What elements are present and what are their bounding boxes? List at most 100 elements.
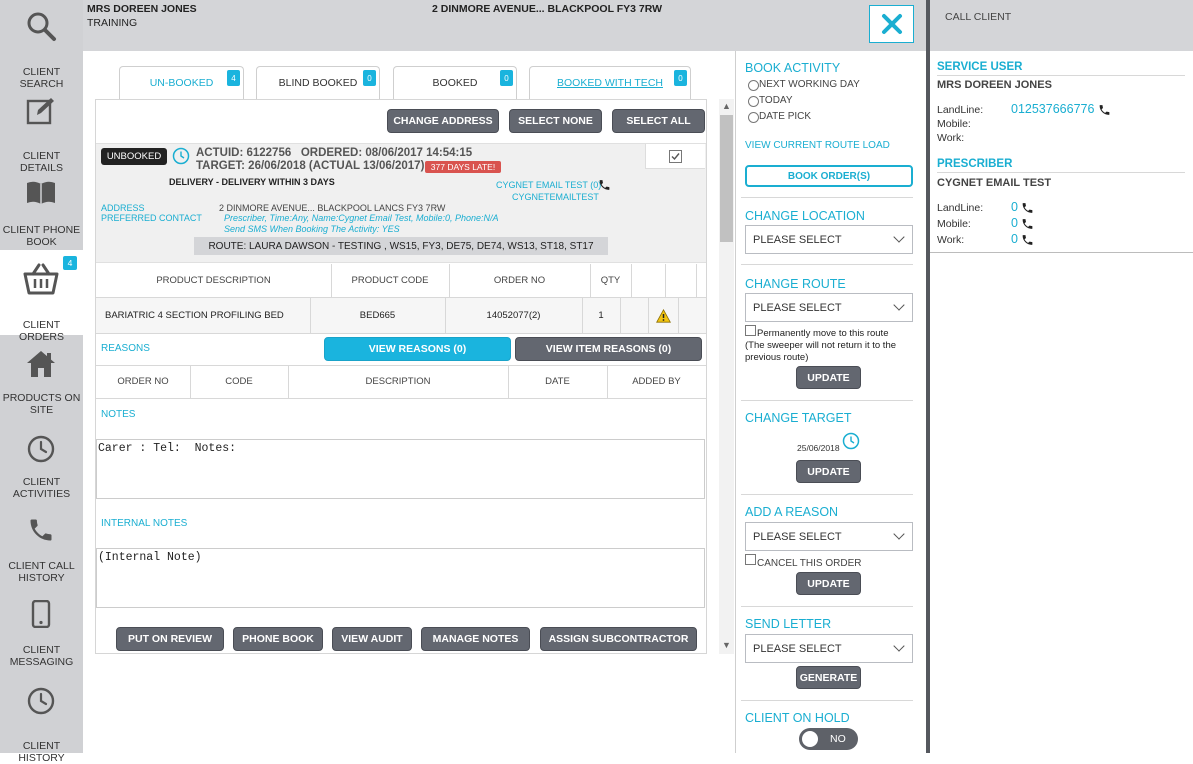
scroll-up-arrow[interactable]: ▲ — [719, 99, 734, 113]
clock-icon[interactable] — [842, 432, 860, 450]
radio-today[interactable] — [748, 96, 759, 107]
radio-next-working-day[interactable] — [748, 80, 759, 91]
sidebar-item-client-call-history[interactable]: CLIENT CALL HISTORY — [0, 503, 83, 587]
permanent-move-checkbox[interactable] — [745, 325, 756, 336]
service-landline-number[interactable]: 012537666776 — [1011, 102, 1094, 116]
sidebar-item-client-search[interactable]: CLIENT SEARCH — [0, 0, 83, 90]
order-number: 14052077(2) — [486, 310, 541, 321]
late-badge: 377 DAYS LATE! — [425, 161, 501, 173]
prescriber-work-number[interactable]: 0 — [1011, 232, 1018, 246]
generate-letter-button[interactable]: GENERATE — [796, 666, 861, 689]
clock-icon — [172, 147, 190, 165]
product-description: BARIATRIC 4 SECTION PROFILING BED — [105, 310, 284, 321]
phone-icon — [30, 519, 52, 541]
view-audit-button[interactable]: VIEW AUDIT — [332, 627, 412, 651]
clock-icon — [27, 435, 55, 463]
divider — [930, 252, 1193, 253]
send-letter-title: SEND LETTER — [745, 617, 832, 631]
column-header: PRODUCT DESCRIPTION — [156, 275, 271, 286]
prescriber-landline[interactable]: 0 — [1011, 200, 1034, 215]
sidebar-item-client-messaging[interactable]: CLIENT MESSAGING — [0, 587, 83, 671]
close-button[interactable] — [869, 5, 914, 43]
basket-icon — [23, 263, 59, 295]
sidebar-item-products-on-site[interactable]: PRODUCTS ON SITE — [0, 335, 83, 419]
view-route-load-link[interactable]: VIEW CURRENT ROUTE LOAD — [745, 140, 890, 151]
change-route-select[interactable]: PLEASE SELECT — [745, 293, 913, 322]
sidebar-item-client-orders[interactable]: 4 CLIENT ORDERS — [0, 250, 83, 343]
cancel-order-checkbox[interactable] — [745, 554, 756, 565]
client-sub: TRAINING — [87, 17, 138, 29]
view-reasons-button[interactable]: VIEW REASONS (0) — [324, 337, 511, 361]
scroll-down-arrow[interactable]: ▼ — [719, 638, 734, 652]
phone-icon[interactable] — [1098, 103, 1111, 117]
order-select-checkbox[interactable] — [645, 144, 705, 169]
service-landline[interactable]: 012537666776 — [1011, 102, 1111, 117]
send-letter-select[interactable]: PLEASE SELECT — [745, 634, 913, 663]
sidebar-item-client-details[interactable]: CLIENT DETAILS — [0, 83, 83, 174]
book-orders-button[interactable]: BOOK ORDER(S) — [745, 165, 913, 187]
view-item-reasons-button[interactable]: VIEW ITEM REASONS (0) — [515, 337, 702, 361]
chevron-down-icon — [893, 640, 905, 652]
panel-divider — [735, 51, 736, 753]
client-on-hold-toggle[interactable]: NO — [799, 728, 858, 750]
prescriber-work[interactable]: 0 — [1011, 232, 1034, 247]
reasons-label: REASONS — [101, 343, 150, 354]
status-badge: UNBOOKED — [101, 148, 167, 165]
select-all-button[interactable]: SELECT ALL — [612, 109, 705, 133]
sidebar-item-client-phone-book[interactable]: CLIENT PHONE BOOK — [0, 166, 83, 250]
change-address-button[interactable]: CHANGE ADDRESS — [387, 109, 499, 133]
put-on-review-button[interactable]: PUT ON REVIEW — [116, 627, 224, 651]
column-header: PRODUCT CODE — [351, 275, 429, 286]
add-reason-select[interactable]: PLEASE SELECT — [745, 522, 913, 551]
column-header: DATE — [545, 376, 570, 387]
quantity: 1 — [598, 310, 604, 321]
prescriber-mobile[interactable]: 0 — [1011, 216, 1034, 231]
target-line: TARGET: 26/06/2018 (ACTUAL 13/06/2017) — [196, 160, 425, 172]
manage-notes-button[interactable]: MANAGE NOTES — [421, 627, 530, 651]
target-date[interactable]: 25/06/2018 — [797, 443, 840, 453]
mobile-label: Mobile: — [937, 118, 971, 130]
radio-date-pick[interactable] — [748, 112, 759, 123]
tab-blind-booked[interactable]: BLIND BOOKED 0 — [256, 66, 380, 99]
phone-icon[interactable] — [598, 178, 611, 192]
select-none-button[interactable]: SELECT NONE — [509, 109, 602, 133]
prescriber-landline-number[interactable]: 0 — [1011, 200, 1018, 214]
sms-note: Send SMS When Booking The Activity: YES — [224, 224, 400, 234]
chevron-down-icon — [893, 528, 905, 540]
divider — [741, 700, 913, 701]
radio-label: NEXT WORKING DAY — [759, 79, 860, 90]
select-value: PLEASE SELECT — [753, 233, 842, 246]
scrollbar-thumb[interactable] — [720, 115, 733, 242]
warning-icon[interactable] — [656, 309, 671, 323]
phone-icon[interactable] — [1021, 201, 1034, 215]
sidebar-item-client-history[interactable]: CLIENT HISTORY — [0, 671, 83, 764]
update-target-button[interactable]: UPDATE — [796, 460, 861, 483]
book-icon — [27, 181, 55, 204]
prescriber-mobile-number[interactable]: 0 — [1011, 216, 1018, 230]
work-label: Work: — [937, 132, 965, 144]
update-route-button[interactable]: UPDATE — [796, 366, 861, 389]
prescriber-contact-link[interactable]: CYGNET EMAIL TEST (0) — [496, 180, 601, 190]
tab-booked[interactable]: BOOKED 0 — [393, 66, 517, 99]
delivery-line: DELIVERY - DELIVERY WITHIN 3 DAYS — [169, 177, 335, 187]
divider — [741, 494, 913, 495]
phone-icon[interactable] — [1021, 233, 1034, 247]
edit-icon — [26, 98, 54, 125]
book-activity-title: BOOK ACTIVITY — [745, 61, 841, 75]
column-header: ORDER NO — [493, 275, 546, 286]
sidebar-item-client-activities[interactable]: CLIENT ACTIVITIES — [0, 419, 83, 503]
notes-textarea[interactable]: Carer : Tel: Notes: — [96, 439, 705, 499]
tab-un-booked[interactable]: UN-BOOKED 4 — [119, 66, 244, 99]
tab-booked-with-tech[interactable]: BOOKED WITH TECH 0 — [529, 66, 691, 99]
internal-notes-textarea[interactable]: (Internal Note) — [96, 548, 705, 608]
change-location-select[interactable]: PLEASE SELECT — [745, 225, 913, 254]
call-client-header — [930, 0, 1193, 51]
sidebar-item-label: CLIENT ACTIVITIES — [12, 476, 71, 500]
tab-count-badge: 4 — [227, 70, 240, 86]
sidebar-item-label: CLIENT MESSAGING — [9, 644, 74, 668]
phone-book-button[interactable]: PHONE BOOK — [233, 627, 323, 651]
assign-subcontractor-button[interactable]: ASSIGN SUBCONTRACTOR — [540, 627, 697, 651]
update-reason-button[interactable]: UPDATE — [796, 572, 861, 595]
phone-icon[interactable] — [1021, 217, 1034, 231]
permanent-move-note: (The sweeper will not return it to the p… — [745, 340, 897, 363]
